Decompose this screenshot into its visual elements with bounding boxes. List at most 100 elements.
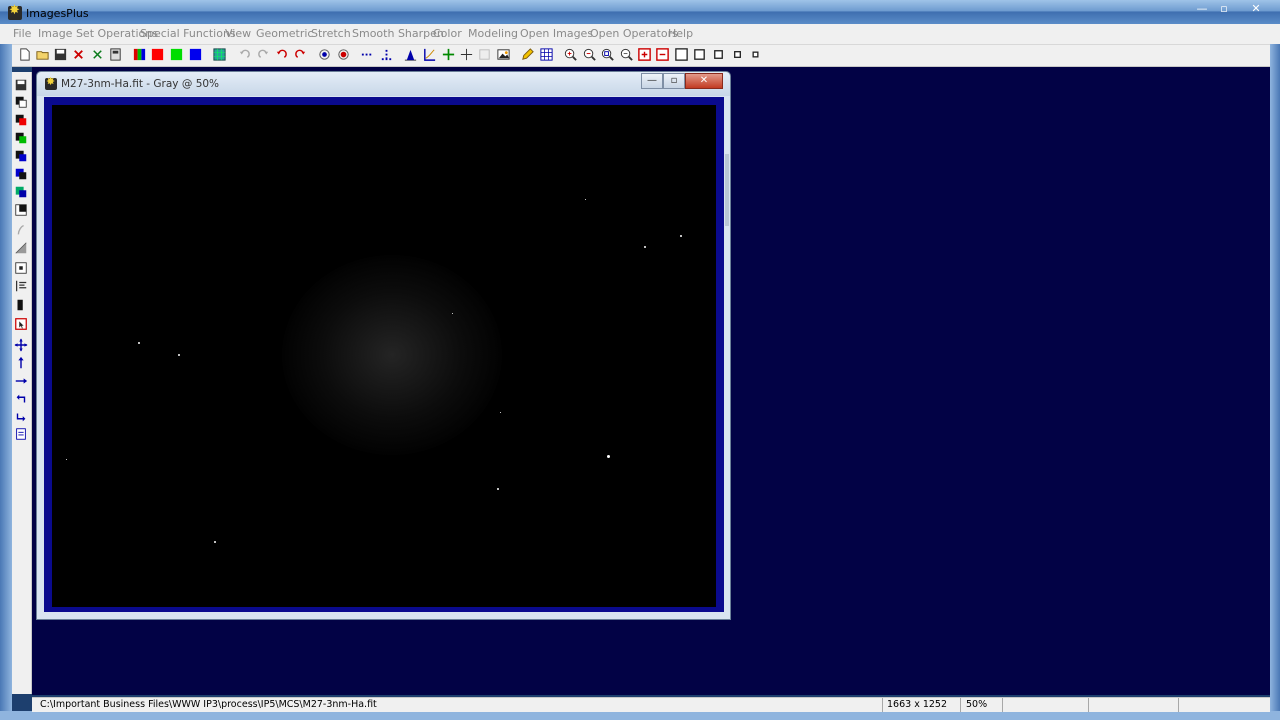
redo-red-icon[interactable] (293, 47, 308, 62)
dotted-corner-icon[interactable] (379, 47, 394, 62)
gradient-icon[interactable] (14, 241, 28, 255)
menu-open-operators[interactable]: Open Operators (590, 27, 678, 40)
redo-icon[interactable] (256, 47, 271, 62)
image-window[interactable]: M27-3nm-Ha.fit - Gray @ 50% — ▫ ✕ (36, 71, 731, 620)
save-small-icon[interactable] (14, 78, 28, 92)
blue-channel-icon[interactable] (188, 47, 203, 62)
red-channel-icon[interactable] (150, 47, 165, 62)
plus-box-icon[interactable] (637, 47, 652, 62)
close-button[interactable]: ✕ (1236, 1, 1276, 18)
mask-green-icon[interactable] (14, 131, 28, 145)
close-x-icon[interactable] (90, 47, 105, 62)
menu-bar: File Image Set Operations Special Functi… (0, 24, 1280, 45)
zoom-fit-icon[interactable] (600, 47, 615, 62)
square-small-icon[interactable] (711, 47, 726, 62)
mask-black-icon[interactable] (14, 95, 28, 109)
zoom-out-icon[interactable] (582, 47, 597, 62)
document-icon[interactable] (14, 427, 28, 441)
delete-icon[interactable] (71, 47, 86, 62)
mask-mixed-icon[interactable] (14, 167, 28, 181)
target-icon[interactable] (14, 261, 28, 275)
rotate-left-icon[interactable] (14, 392, 28, 406)
menu-view[interactable]: View (225, 27, 251, 40)
layer-icon[interactable] (14, 203, 28, 217)
image-window-minimize-button[interactable]: — (641, 73, 663, 89)
left-toolbar (12, 72, 32, 694)
square-large-icon[interactable] (674, 47, 689, 62)
green-channel-icon[interactable] (169, 47, 184, 62)
nebula-glow (282, 255, 502, 455)
image-window-title: M27-3nm-Ha.fit - Gray @ 50% (61, 78, 220, 90)
star (500, 412, 501, 413)
window-title: ImagesPlus (26, 7, 89, 20)
star (452, 313, 453, 314)
menu-open-images[interactable]: Open Images (520, 27, 593, 40)
image-window-close-button[interactable]: ✕ (685, 73, 723, 89)
black-bar-icon[interactable] (14, 298, 28, 312)
status-dimensions: 1663 x 1252 (887, 699, 948, 710)
app-icon (8, 3, 22, 20)
maximize-button[interactable]: ▫ (1212, 1, 1236, 18)
circle-select-icon[interactable] (317, 47, 332, 62)
grid-icon[interactable] (212, 47, 227, 62)
square-tiny-icon[interactable] (730, 47, 745, 62)
status-bar: C:\Important Business Files\WWW IP3\proc… (32, 697, 1270, 712)
menu-modeling[interactable]: Modeling (468, 27, 518, 40)
save-icon[interactable] (53, 47, 68, 62)
square-medium-icon[interactable] (692, 47, 707, 62)
zoom-reset-icon[interactable] (619, 47, 634, 62)
calculator-icon[interactable] (108, 47, 123, 62)
title-bar[interactable]: ImagesPlus — ▫ ✕ (0, 0, 1280, 24)
crosshair-thin-icon[interactable] (459, 47, 474, 62)
arrow-up-icon[interactable] (14, 356, 28, 370)
menu-help[interactable]: Help (668, 27, 693, 40)
status-divider (1178, 698, 1179, 712)
blank-icon[interactable] (477, 47, 492, 62)
minimize-button[interactable]: — (1190, 1, 1214, 18)
histogram-icon[interactable] (403, 47, 418, 62)
menu-color[interactable]: Color (433, 27, 462, 40)
minus-box-icon[interactable] (655, 47, 670, 62)
crosshair-icon[interactable] (441, 47, 456, 62)
image-canvas[interactable] (52, 105, 716, 607)
align-icon[interactable] (14, 279, 28, 293)
status-divider (882, 698, 883, 712)
menu-geometric[interactable]: Geometric (256, 27, 313, 40)
undo-red-icon[interactable] (274, 47, 289, 62)
undo-icon[interactable] (237, 47, 252, 62)
image-window-icon (45, 75, 57, 90)
menu-special-functions[interactable]: Special Functions (140, 27, 236, 40)
menu-smooth-sharpen[interactable]: Smooth Sharpen (352, 27, 444, 40)
zoom-in-icon[interactable] (563, 47, 578, 62)
menu-file[interactable]: File (13, 27, 31, 40)
open-icon[interactable] (35, 47, 50, 62)
mask-blue-icon[interactable] (14, 149, 28, 163)
image-window-maximize-button[interactable]: ▫ (663, 73, 685, 89)
curve-icon[interactable] (422, 47, 437, 62)
arrow-right-icon[interactable] (14, 374, 28, 388)
mask-teal-icon[interactable] (14, 185, 28, 199)
table-icon[interactable] (539, 47, 554, 62)
image-border (44, 97, 724, 612)
brush-disabled-icon[interactable] (14, 223, 28, 237)
square-mini-icon[interactable] (748, 47, 763, 62)
new-icon[interactable] (17, 47, 32, 62)
image-window-title-bar[interactable]: M27-3nm-Ha.fit - Gray @ 50% — ▫ ✕ (37, 72, 730, 96)
menu-stretch[interactable]: Stretch (311, 27, 351, 40)
select-red-icon[interactable] (14, 317, 28, 331)
image-icon[interactable] (496, 47, 511, 62)
dotted-line-icon[interactable] (360, 47, 375, 62)
rgb-channels-icon[interactable] (132, 47, 147, 62)
move-icon[interactable] (14, 338, 28, 352)
rotate-right-icon[interactable] (14, 410, 28, 424)
image-window-scroll-thumb[interactable] (725, 154, 729, 226)
window-bottom-edge (0, 711, 1280, 720)
star (644, 246, 646, 248)
status-divider (1088, 698, 1089, 712)
imagesplus-window: ImagesPlus — ▫ ✕ File Image Set Operatio… (0, 0, 1280, 720)
pencil-icon[interactable] (520, 47, 535, 62)
window-right-edge (1270, 44, 1280, 720)
star (138, 342, 140, 344)
mask-red-icon[interactable] (14, 113, 28, 127)
circle-fill-icon[interactable] (336, 47, 351, 62)
